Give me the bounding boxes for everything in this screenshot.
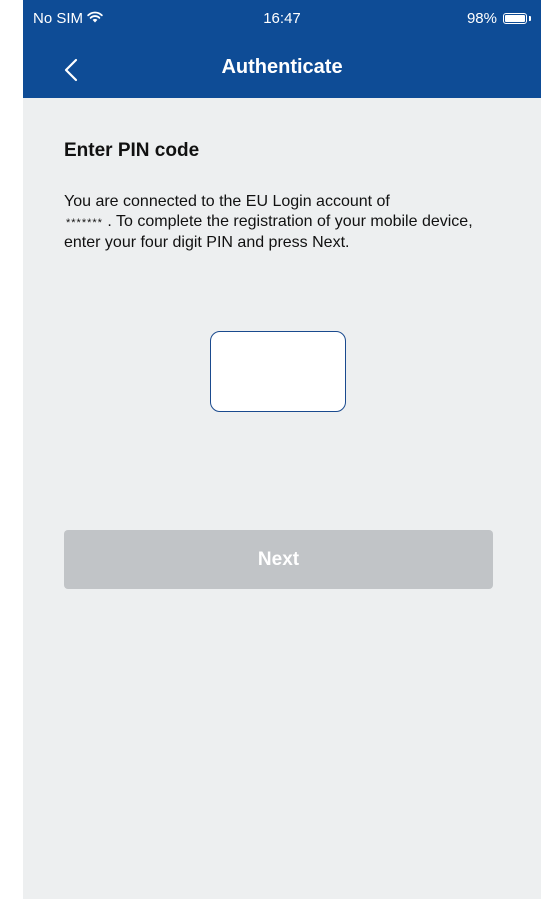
clock: 16:47: [263, 10, 301, 27]
instructions-text: You are connected to the EU Login accoun…: [64, 192, 494, 253]
cropped-edge-glyph: [4, 16, 20, 56]
battery-fill: [505, 15, 525, 22]
battery-indicator: 98%: [467, 10, 531, 27]
pin-input[interactable]: [210, 331, 346, 412]
page-title: Authenticate: [221, 56, 343, 78]
battery-icon: [503, 13, 527, 24]
battery-percent: 98%: [466, 10, 497, 27]
next-button[interactable]: Next: [64, 530, 493, 589]
masked-account-name: *******: [66, 217, 103, 229]
navigation-bar: Authenticate: [23, 42, 541, 98]
phone-screen: No SIM 16:47 98% Authenticate Enter PIN …: [23, 0, 541, 899]
status-bar: No SIM 16:47 98%: [23, 0, 541, 42]
form-heading: Enter PIN code: [64, 140, 200, 161]
battery-tip: [529, 16, 531, 21]
instructions-part-2: . To complete the registration of your m…: [64, 213, 473, 251]
pin-form: Enter PIN code You are connected to the …: [64, 140, 494, 253]
instructions-part-1: You are connected to the EU Login accoun…: [64, 193, 390, 210]
